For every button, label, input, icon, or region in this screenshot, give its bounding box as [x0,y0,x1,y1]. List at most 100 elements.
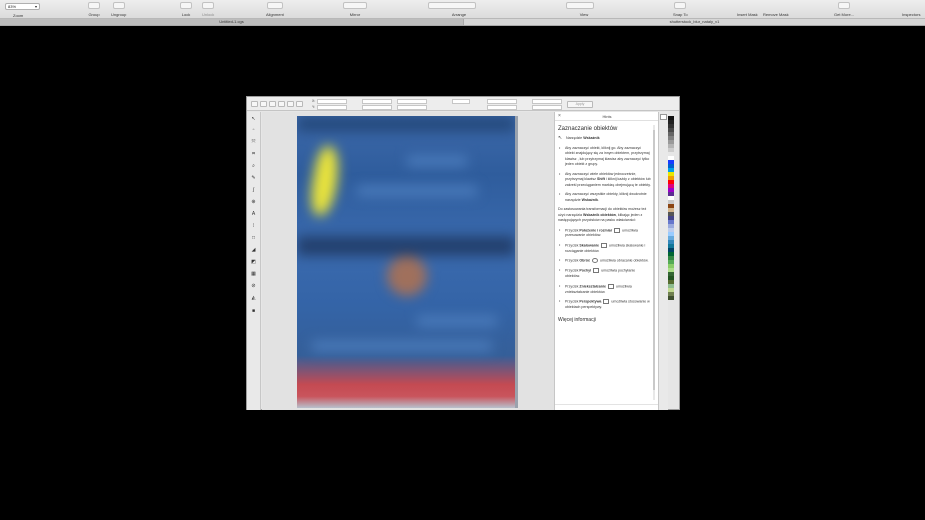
hint-bullet: Przycisk Obróć umożliwia obracanie obiek… [558,258,651,264]
hints-header: × Hints [555,112,659,121]
hints-title: Hints [602,114,612,119]
zoom-label: Zoom [13,13,24,18]
zoom-x-field[interactable] [487,99,517,104]
lock-icon [180,2,192,9]
insert-mask-button[interactable]: Insert Mask [737,2,758,17]
transform-icon[interactable]: ⤧ [250,139,257,146]
page-shadow [515,116,518,408]
rotate-button[interactable] [269,101,276,107]
mirror-icon [343,2,367,9]
group-button[interactable]: Group [88,2,100,17]
main-toolbar: 83% ▾ Zoom Group Ungroup Lock Unlock Ali… [0,0,925,19]
pointer-icon: ↖ [558,135,563,141]
document-tabs: Untitled-1.cgs shutterstock_blur_nataly_… [0,19,925,26]
hint-bullet: Przycisk Perspektywa umożliwia stosowani… [558,299,651,310]
hint-bullet: Przycisk Zniekształcanie umożliwia zniek… [558,283,651,295]
smart-fill-icon[interactable]: ⊕ [250,199,257,206]
scale-x-field[interactable] [397,99,427,104]
perspective-icon [603,299,610,305]
remove-mask-button[interactable]: Remove Mask [763,2,789,17]
hint-bullet: Aby zaznaczyć wiele obiektów jednocześni… [558,172,651,189]
width-field[interactable] [362,99,392,104]
ungroup-icon [112,2,125,9]
fill-icon[interactable]: ◭ [250,295,257,302]
zoom-dropdown[interactable]: 83% ▾ [5,3,40,10]
view-button[interactable]: View [566,2,594,17]
more-info-heading: Więcej informacji [558,316,596,323]
hints-footer [555,404,659,410]
snap-to-button[interactable]: Snap To [673,2,688,17]
distort-button[interactable] [287,101,294,107]
shape-icon[interactable]: ◢ [250,247,257,254]
lock-button[interactable]: Lock [180,2,192,17]
align-icon [266,2,283,9]
canvas[interactable] [262,112,554,410]
shadow-icon[interactable]: ◩ [250,259,257,266]
docker-tabs [658,112,668,410]
zoom-y-field[interactable] [487,105,517,110]
freehand-icon[interactable]: ✎ [250,175,257,182]
tab-untitled[interactable]: Untitled-1.cgs [0,19,463,25]
x-field[interactable] [317,99,347,104]
color-swatch[interactable] [668,296,674,300]
mirror-button[interactable]: Mirror [343,2,367,17]
hints-scrollbar[interactable] [653,125,655,400]
rectangle-icon[interactable]: □ [250,235,257,242]
hint-bullet: Przycisk Pochyl umożliwia pochylanie obi… [558,268,651,279]
dimension-icon[interactable]: ⁞ [250,223,257,230]
hints-heading: Zaznaczanie obiektów [558,126,618,132]
tab-shutterstock[interactable]: shutterstock_blur_nataly_v1 [463,19,925,25]
node-icon[interactable]: ▫ [250,127,257,134]
document-page[interactable] [297,116,515,408]
zoom-value: 83% [8,4,17,9]
transparency-icon[interactable]: ▦ [250,271,257,278]
hint-bullet: Przycisk Położenie i rozmiar umożliwia p… [558,227,651,239]
hint-bullet: Aby zaznaczyć obiekt, kliknij go. Aby za… [558,146,651,168]
unlock-button[interactable]: Unlock [202,2,214,17]
hints-docker: × Hints Zaznaczanie obiektów ↖ Narzędzie… [554,112,659,410]
scale-icon [600,242,607,248]
arrange-button[interactable]: Arrange [428,2,476,17]
hint-bullet: Aby zaznaczyć wszystkie obiekty, kliknij… [558,192,651,203]
magnet-icon [674,2,687,9]
y-field[interactable] [317,105,347,110]
y-label: Y: [312,105,316,109]
fill-outline-icon[interactable]: ■ [250,308,257,315]
get-more-button[interactable]: Get More... [834,2,854,17]
inspectors-button[interactable]: Inspectors [902,2,920,17]
text-icon[interactable]: A [250,211,257,218]
color-palette [668,116,676,406]
property-bar: X: Y: Apply [247,97,679,111]
angle-field[interactable] [452,99,470,104]
perspective-button[interactable] [296,101,303,107]
no-color-swatch[interactable] [660,114,667,120]
skew-button[interactable] [278,101,285,107]
artistic-media-icon[interactable]: ∫ [250,187,257,194]
hints-content: Zaznaczanie obiektów ↖ Narzędzie Wskaźni… [558,125,651,324]
eyedropper-icon[interactable]: ⊘ [250,283,257,290]
scale-y-field[interactable] [397,105,427,110]
arrange-icon [428,2,476,9]
document-window: X: Y: Apply ↖ ▫ ⤧ ⌗ ⌕ ✎ ∫ ⊕ A ⁞ □ ◢ ◩ ▦ … [246,96,680,410]
skew-x-field[interactable] [532,99,562,104]
alignment-button[interactable]: Alignment [266,2,284,17]
crop-icon[interactable]: ⌗ [250,151,257,158]
zoom-icon[interactable]: ⌕ [250,163,257,170]
height-field[interactable] [362,105,392,110]
chevron-down-icon: ▾ [34,4,37,9]
skew-y-field[interactable] [532,105,562,110]
get-more-icon [838,2,850,9]
group-icon [88,2,100,9]
app-window: 83% ▾ Zoom Group Ungroup Lock Unlock Ali… [0,0,925,520]
distort-icon [607,283,614,289]
scrollbar-thumb[interactable] [653,130,655,390]
x-label: X: [312,99,316,103]
hint-bullet: Przycisk Skalowanie umożliwia skalowanie… [558,242,651,254]
position-size-button[interactable] [251,101,258,107]
rotate-icon [591,258,598,264]
scale-button[interactable] [260,101,267,107]
apply-button[interactable]: Apply [567,101,593,108]
tool-line: ↖ Narzędzie Wskaźnik [558,135,600,141]
pointer-icon[interactable]: ↖ [250,116,257,123]
ungroup-button[interactable]: Ungroup [111,2,126,17]
